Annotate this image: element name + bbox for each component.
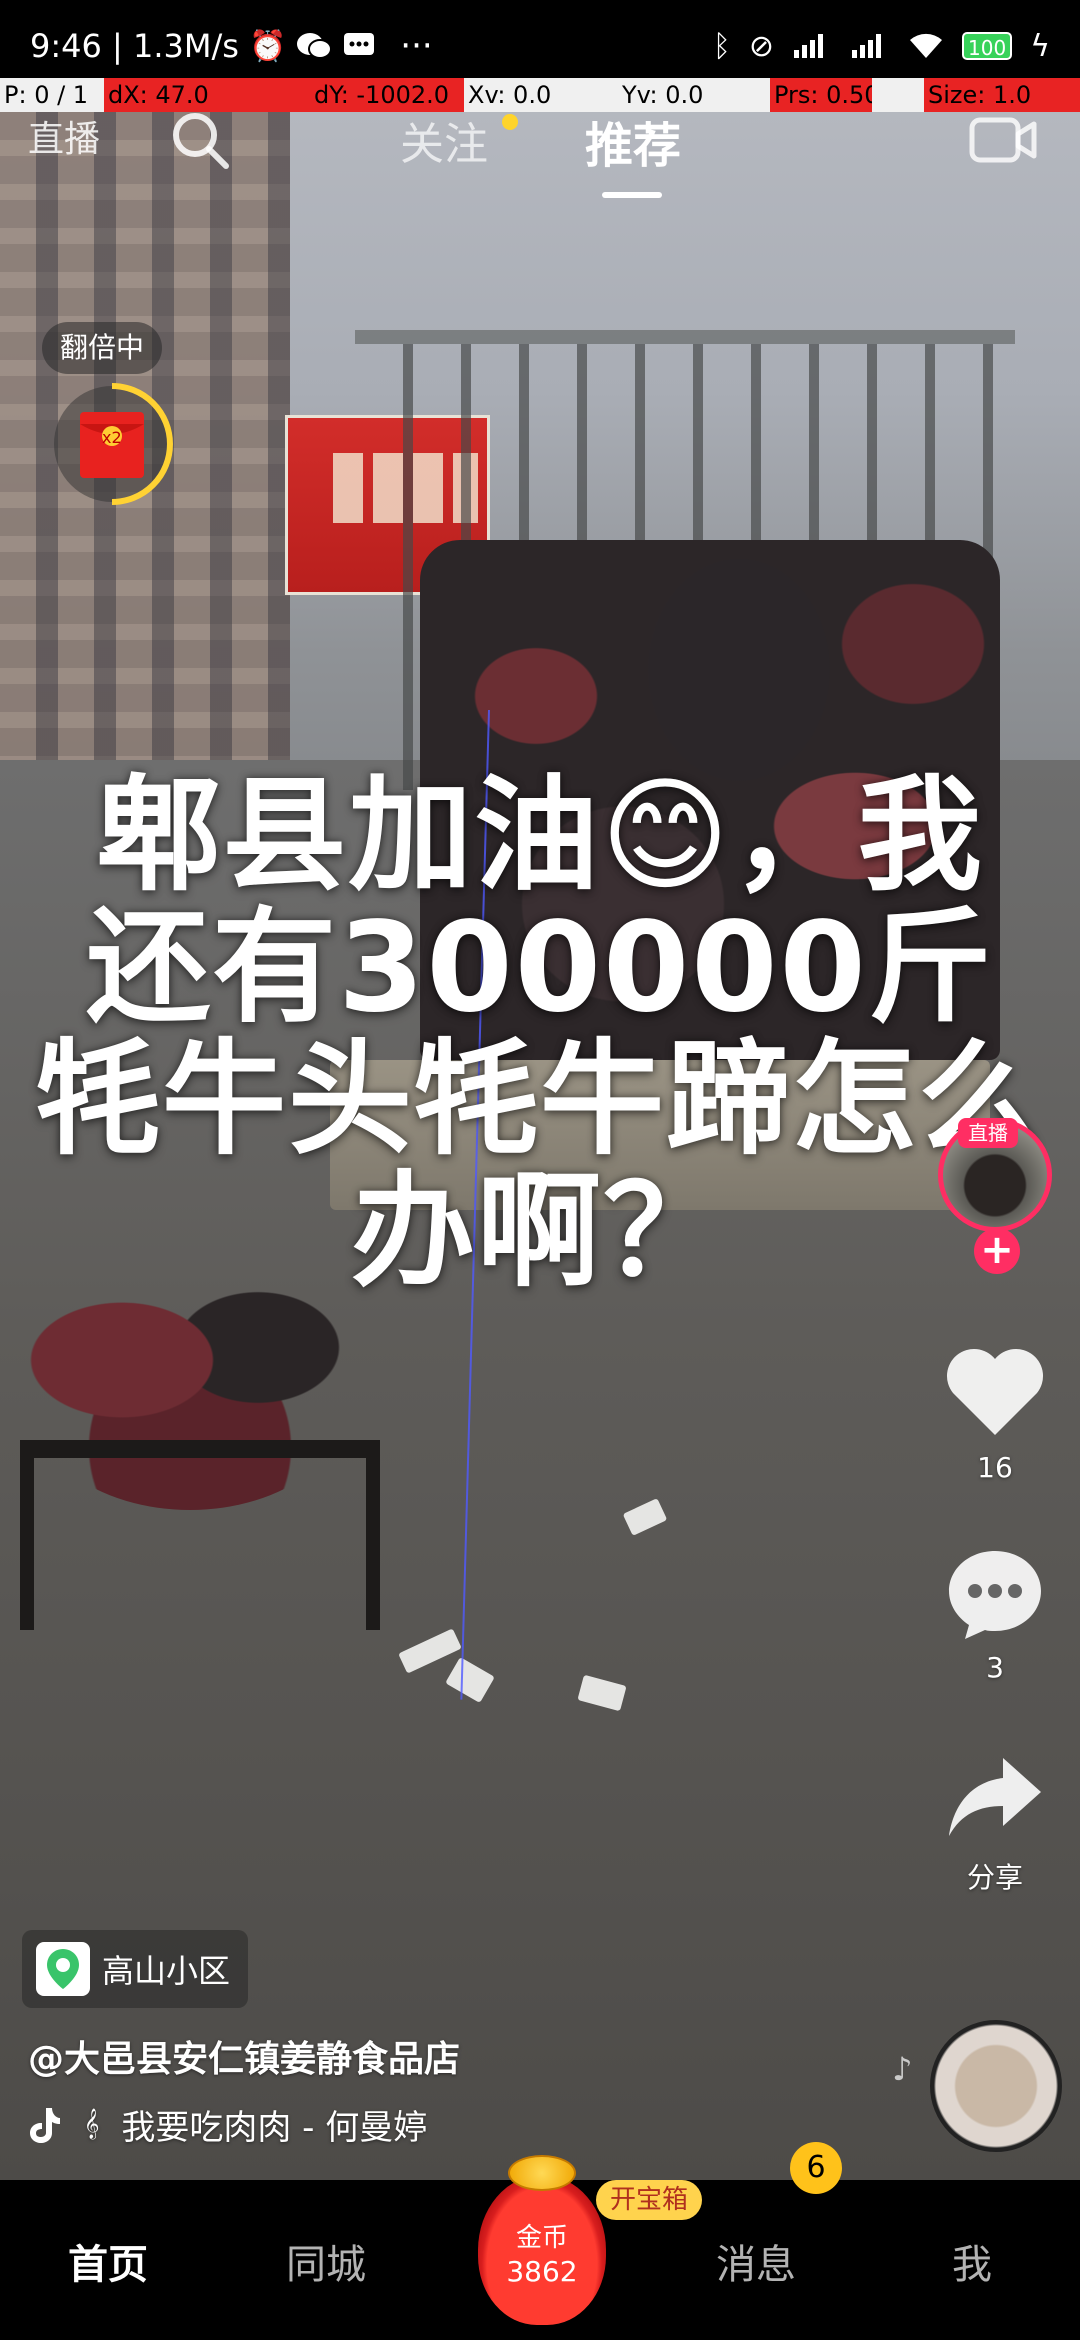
coin-label: 金币 (515, 2223, 568, 2253)
coin-bag-button[interactable]: 金币 3862 (478, 2155, 606, 2325)
heart-icon (946, 1348, 1044, 1435)
nfc-icon: ⊘ (748, 28, 775, 64)
follow-button[interactable]: + (974, 1228, 1020, 1274)
debug-xv: Xv: 0.0 (464, 78, 618, 112)
top-nav: 直播 关注 推荐 (0, 100, 1080, 210)
tiktok-note-icon (30, 2107, 60, 2143)
comment-icon (949, 1551, 1041, 1639)
red-packet-button[interactable]: x2 (48, 380, 176, 508)
tab-follow[interactable]: 关注 (400, 108, 488, 172)
music-title: 我要吃肉肉 - 何曼婷 (121, 2108, 428, 2148)
location-tag[interactable]: 高山小区 (22, 1930, 249, 2008)
location-pin-icon (36, 1942, 90, 1996)
share-icon (949, 1758, 1041, 1836)
charging-icon: ϟ (1030, 28, 1050, 64)
like-count: 16 (977, 1451, 1013, 1484)
music-info[interactable]: 𝄞 我要吃肉肉 - 何曼婷 (28, 2100, 427, 2149)
wifi-icon (910, 33, 943, 58)
battery-icon: 100 (962, 32, 1013, 60)
open-treasure-badge[interactable]: 开宝箱 (596, 2180, 703, 2220)
tab-home[interactable]: 首页 (68, 2232, 148, 2290)
background-table (20, 1440, 380, 1630)
status-time-speed: 9:46 | 1.3M/s (30, 27, 239, 65)
wechat-icon (297, 33, 333, 59)
search-icon[interactable] (168, 108, 232, 172)
live-entry-button[interactable]: 直播 (28, 110, 100, 162)
music-disc-button[interactable] (930, 2020, 1062, 2152)
sms-icon (344, 33, 375, 55)
comment-count: 3 (986, 1651, 1004, 1684)
comment-button[interactable]: 3 (940, 1545, 1050, 1684)
signal-icon (794, 34, 824, 58)
gold-coin-icon (508, 2155, 576, 2191)
camera-icon[interactable] (968, 110, 1038, 170)
bluetooth-icon: ᛒ (712, 28, 731, 64)
share-button[interactable]: 分享 (940, 1750, 1050, 1896)
debug-pointer-count: P: 0 / 1 (0, 78, 104, 112)
location-name: 高山小区 (102, 1952, 231, 1990)
doubling-label: 翻倍中 (42, 322, 163, 374)
debug-dy: dY: -1002.0 (310, 78, 464, 112)
caption-line: 办啊？ (350, 1160, 729, 1304)
pointer-location-overlay: P: 0 / 1 dX: 47.0 dY: -1002.0 Xv: 0.0 Yv… (0, 78, 1080, 112)
creator-avatar-button[interactable]: 直播 + (930, 1110, 1060, 1274)
new-content-dot (502, 114, 518, 130)
coin-value: 3862 (506, 2255, 578, 2288)
debug-yv: Yv: 0.0 (618, 78, 770, 112)
status-more: ··· (400, 26, 433, 66)
caption-line: 郫县加油😊，我 (96, 764, 984, 908)
caption-line: 牦牛头牦牛蹄怎么 (35, 1028, 1044, 1172)
live-badge: 直播 (958, 1118, 1018, 1148)
video-caption: 郫县加油😊，我 还有300000斤 牦牛头牦牛蹄怎么 办啊？ (20, 770, 1060, 1298)
debug-spacer (872, 78, 924, 112)
debug-size: Size: 1.0 (924, 78, 1080, 112)
caption-line: 还有300000斤 (86, 896, 994, 1040)
music-waveform-icon: 𝄞 (84, 2109, 100, 2139)
tab-messages[interactable]: 消息 (716, 2232, 796, 2290)
alarm-icon: ⏰ (248, 28, 287, 64)
like-button[interactable]: 16 (940, 1345, 1050, 1484)
share-label: 分享 (966, 1861, 1023, 1894)
music-note-icon: ♪ (892, 2050, 913, 2088)
debug-dx: dX: 47.0 (104, 78, 310, 112)
multiplier-badge: x2 (102, 428, 122, 447)
debug-pressure: Prs: 0.50 (770, 78, 872, 112)
tab-me[interactable]: 我 (952, 2232, 992, 2290)
signal-icon (852, 34, 882, 58)
author-handle[interactable]: @大邑县安仁镇姜静食品店 (28, 2030, 460, 2082)
tab-recommend[interactable]: 推荐 (585, 106, 681, 176)
message-count-badge: 6 (790, 2142, 842, 2194)
tab-active-indicator (602, 192, 662, 198)
tab-nearby[interactable]: 同城 (286, 2232, 366, 2290)
